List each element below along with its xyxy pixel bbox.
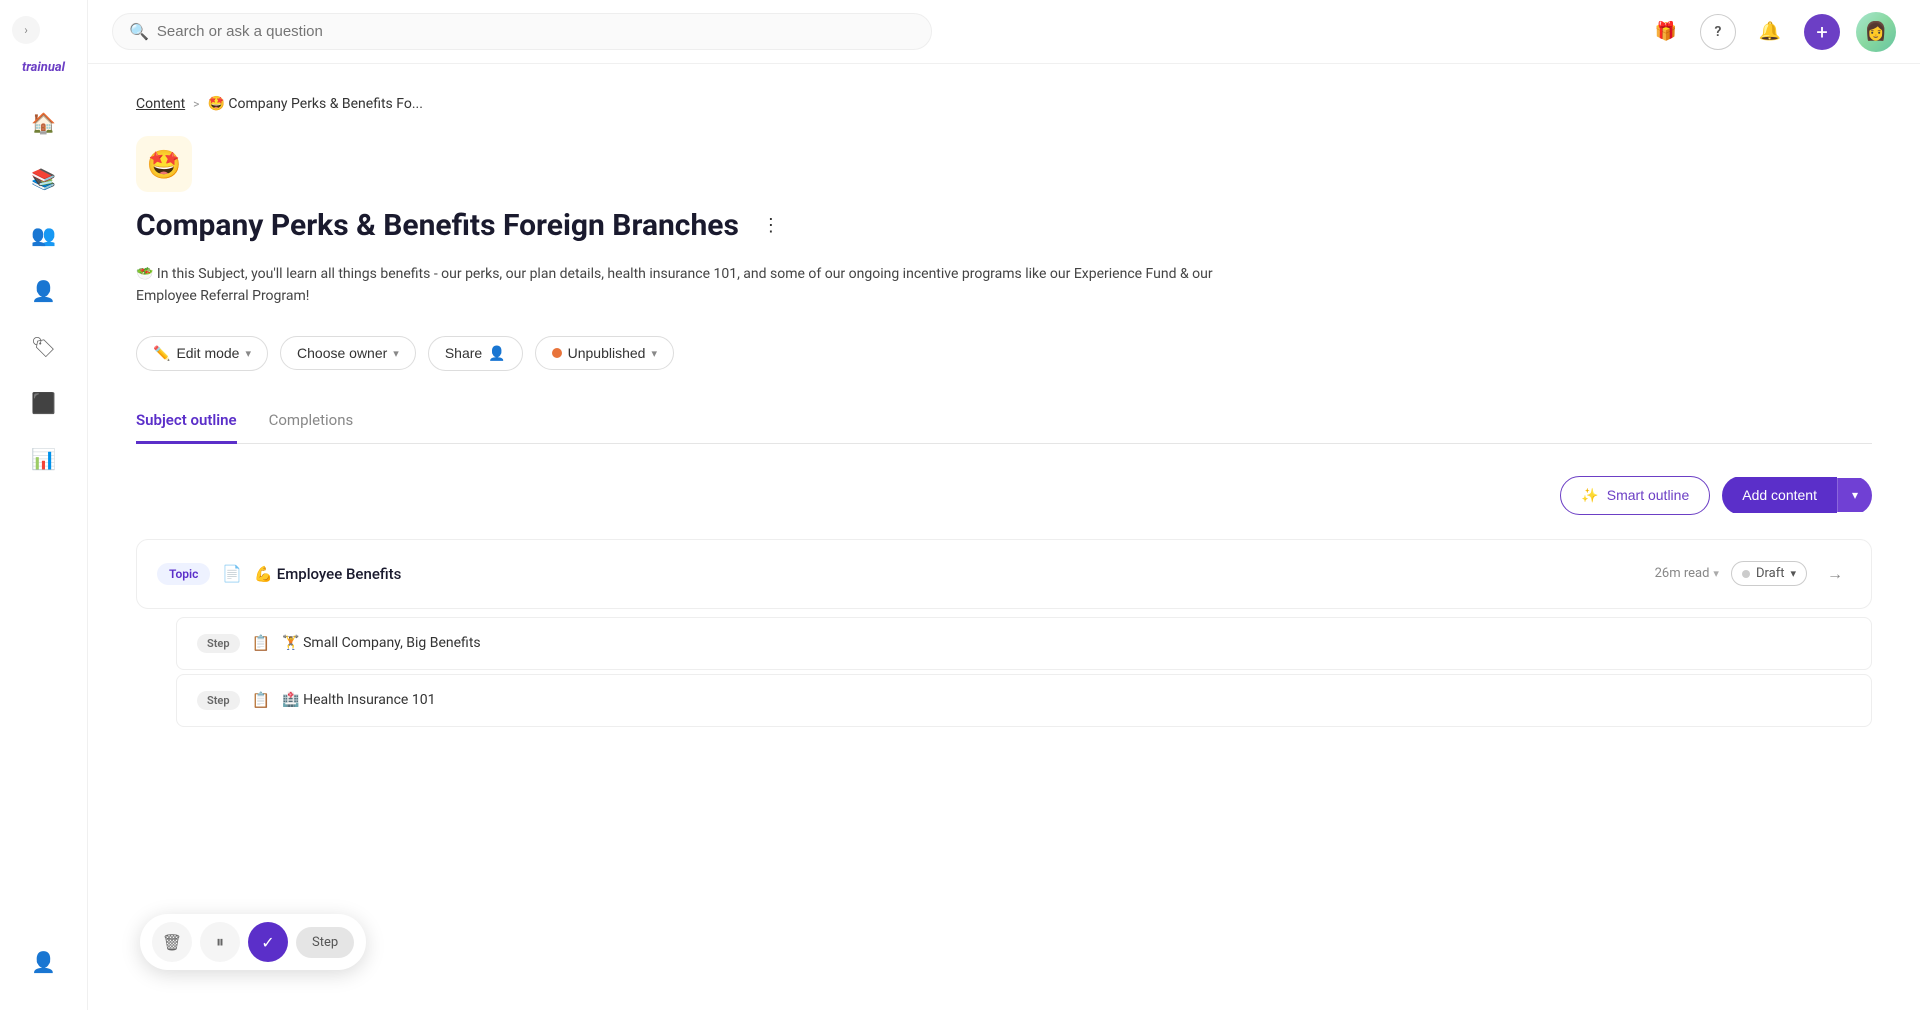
search-input[interactable] [157,23,915,40]
step-row-1: Step 📋 🏋 Small Company, Big Benefits [176,617,1872,670]
nav-icons: 🎁 ? 🔔 + 👩 [1648,12,1896,52]
sidebar-item-home[interactable]: 🏠 [20,99,68,147]
sidebar-item-people[interactable]: 👤 [20,267,68,315]
add-content-main-button[interactable]: Add content [1722,477,1837,513]
breadcrumb: Content > 🤩 Company Perks & Benefits Fo.… [136,96,1872,112]
delete-button[interactable]: 🗑 [152,922,192,962]
sparkle-icon: ✨ [1581,487,1598,504]
more-options-button[interactable]: ⋮ [755,210,787,242]
topic-row: Topic 📄 💪 Employee Benefits 26m read ▾ D… [136,539,1872,609]
search-bar[interactable]: 🔍 [112,13,932,50]
main-area: 🔍 🎁 ? 🔔 + 👩 Content > 🤩 Company Perks & … [88,0,1920,1010]
app-logo: trainual [22,60,65,75]
edit-mode-button[interactable]: ✏️ Edit mode ▾ [136,336,268,371]
chevron-down-icon: ▾ [1713,567,1719,580]
read-time: 26m read ▾ [1655,566,1719,581]
topnav: 🔍 🎁 ? 🔔 + 👩 [88,0,1920,64]
sidebar-item-team[interactable]: 👥 [20,211,68,259]
sidebar-item-tags[interactable]: 🏷 [20,323,68,371]
chevron-down-icon: ▾ [245,347,251,360]
edit-icon: ✏️ [153,345,170,362]
confirm-button[interactable]: ✓ [248,922,288,962]
sidebar-item-profile[interactable]: 👤 [20,938,68,986]
step-badge: Step [197,691,240,710]
step-name-2: 🏥 Health Insurance 101 [282,692,1851,708]
share-button[interactable]: Share 👤 [428,336,523,371]
topic-badge: Topic [157,563,210,585]
add-button[interactable]: + [1804,14,1840,50]
search-icon: 🔍 [129,22,149,41]
choose-owner-button[interactable]: Choose owner ▾ [280,336,416,370]
chevron-down-icon: ▾ [1790,567,1796,580]
breadcrumb-parent[interactable]: Content [136,96,185,112]
unpublished-button[interactable]: Unpublished ▾ [535,336,674,370]
step-label-button[interactable]: Step [296,927,354,958]
add-content-chevron-button[interactable]: ▾ [1837,478,1872,512]
sidebar: › trainual 🏠 📚 👥 👤 🏷 ⬛ 📊 👤 [0,0,88,1010]
step-list-icon: 📋 [252,634,271,652]
topic-doc-icon: 📄 [222,564,242,583]
subject-icon: 🤩 [136,136,192,192]
smart-outline-button[interactable]: ✨ Smart outline [1560,476,1710,515]
action-bar: ✏️ Edit mode ▾ Choose owner ▾ Share 👤 Un… [136,336,1872,371]
outline-toolbar: ✨ Smart outline Add content ▾ [136,476,1872,515]
tabs: Subject outline Completions [136,403,1872,444]
step-badge: Step [197,634,240,653]
sidebar-item-layers[interactable]: ⬛ [20,379,68,427]
title-row: Company Perks & Benefits Foreign Branche… [136,208,1872,243]
breadcrumb-separator: > [193,97,199,111]
topic-navigate-button[interactable]: → [1819,558,1851,590]
breadcrumb-current: 🤩 Company Perks & Benefits Fo... [207,96,422,112]
gift-icon[interactable]: 🎁 [1648,14,1684,50]
status-dot [552,348,562,358]
bottom-toolbar: 🗑 ⏸ ✓ Step [140,914,366,970]
chevron-down-icon: ▾ [651,347,657,360]
tab-subject-outline[interactable]: Subject outline [136,403,237,444]
sidebar-item-library[interactable]: 📚 [20,155,68,203]
add-content-button[interactable]: Add content ▾ [1722,476,1872,515]
share-icon: 👤 [488,345,505,362]
draft-status-button[interactable]: Draft ▾ [1731,561,1807,586]
page-content: Content > 🤩 Company Perks & Benefits Fo.… [88,64,1920,1010]
pause-button[interactable]: ⏸ [200,922,240,962]
topic-name: 💪 Employee Benefits [254,565,1642,583]
sidebar-item-analytics[interactable]: 📊 [20,435,68,483]
draft-dot [1742,570,1750,578]
step-list-icon: 📋 [252,691,271,709]
tab-completions[interactable]: Completions [269,403,354,444]
step-row-2: Step 📋 🏥 Health Insurance 101 [176,674,1872,727]
bell-icon[interactable]: 🔔 [1752,14,1788,50]
avatar[interactable]: 👩 [1856,12,1896,52]
subject-description: 🥗 In this Subject, you'll learn all thin… [136,263,1236,308]
page-title: Company Perks & Benefits Foreign Branche… [136,208,739,243]
chevron-down-icon: ▾ [393,347,399,360]
step-name-1: 🏋 Small Company, Big Benefits [282,635,1851,651]
sidebar-toggle[interactable]: › [12,16,40,44]
help-icon[interactable]: ? [1700,14,1736,50]
